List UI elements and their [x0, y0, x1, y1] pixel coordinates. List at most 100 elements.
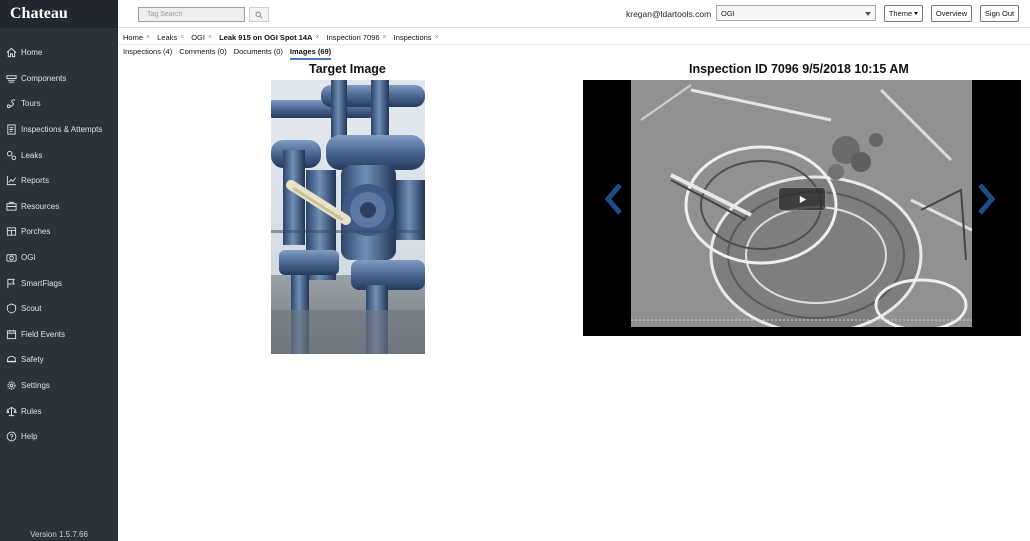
tab-documents[interactable]: Documents (0) — [234, 47, 283, 60]
sidebar-item-help[interactable]: Help — [0, 424, 118, 450]
next-image-button[interactable] — [975, 182, 997, 216]
help-icon — [6, 431, 17, 442]
sidebar-item-label: Home — [21, 48, 43, 58]
search-icon — [255, 10, 263, 19]
previous-image-button[interactable] — [603, 182, 625, 216]
sidebar-item-smartflags[interactable]: SmartFlags — [0, 270, 118, 296]
breadcrumb-label: Leak 915 on OGI Spot 14A — [219, 33, 313, 42]
sidebar-item-label: Tours — [21, 99, 41, 109]
sidebar-item-components[interactable]: Components — [0, 66, 118, 92]
breadcrumb-label: Home — [123, 33, 144, 42]
chevron-down-icon — [864, 11, 872, 17]
logo-area: Chateau — [0, 0, 118, 28]
sidebar-item-label: SmartFlags — [21, 278, 62, 288]
reports-icon — [6, 175, 17, 186]
close-icon[interactable]: × — [146, 34, 150, 41]
home-icon — [6, 47, 17, 58]
chevron-left-icon — [604, 183, 622, 215]
inspection-video-player[interactable] — [583, 80, 1021, 336]
target-image-title: Target Image — [309, 62, 386, 76]
caret-down-icon — [914, 12, 919, 15]
breadcrumb-label: Leaks — [157, 33, 178, 42]
app-version: Version 1.5.7.66 — [30, 530, 88, 539]
tag-search-input[interactable] — [138, 7, 245, 22]
close-icon[interactable]: × — [435, 34, 439, 41]
field-events-icon — [6, 329, 17, 340]
leaks-icon — [6, 150, 17, 161]
target-image[interactable] — [271, 80, 425, 354]
user-email: kregan@ldartools.com — [626, 9, 712, 19]
sidebar-item-home[interactable]: Home — [0, 40, 118, 66]
sidebar: Chateau Home Components Tours Inspection… — [0, 0, 118, 541]
gear-icon — [6, 380, 17, 391]
inspections-icon — [6, 124, 17, 135]
breadcrumb-inspections[interactable]: Inspections × — [394, 33, 439, 42]
resources-icon — [6, 201, 17, 212]
breadcrumb-home[interactable]: Home × — [123, 33, 150, 42]
program-select[interactable]: OGI — [716, 5, 876, 21]
close-icon[interactable]: × — [180, 34, 184, 41]
tours-icon — [6, 98, 17, 109]
detail-tabs: Inspections (4) Comments (0) Documents (… — [123, 47, 332, 60]
sidebar-item-scout[interactable]: Scout — [0, 296, 118, 322]
sidebar-item-settings[interactable]: Settings — [0, 373, 118, 399]
close-icon[interactable]: × — [383, 34, 387, 41]
top-header: kregan@ldartools.com OGI Theme Overview … — [118, 0, 1030, 28]
breadcrumb-label: Inspections — [393, 33, 432, 42]
sidebar-item-label: Rules — [21, 406, 42, 416]
breadcrumb-label: OGI — [191, 33, 205, 42]
sidebar-item-inspections[interactable]: Inspections & Attempts — [0, 117, 118, 143]
close-icon[interactable]: × — [208, 34, 212, 41]
theme-button-label: Theme — [888, 9, 913, 18]
app-logo[interactable]: Chateau — [10, 5, 68, 23]
sidebar-item-resources[interactable]: Resources — [0, 194, 118, 220]
camera-icon — [6, 252, 17, 263]
sidebar-item-reports[interactable]: Reports — [0, 168, 118, 194]
sidebar-item-label: Resources — [21, 201, 60, 211]
safety-icon — [6, 354, 17, 365]
sidebar-item-safety[interactable]: Safety — [0, 347, 118, 373]
sidebar-item-label: OGI — [21, 253, 36, 263]
inspection-title: Inspection ID 7096 9/5/2018 10:15 AM — [689, 62, 909, 76]
sidebar-nav: Home Components Tours Inspections & Atte… — [0, 40, 118, 450]
overview-button[interactable]: Overview — [931, 5, 972, 22]
sign-out-button[interactable]: Sign Out — [980, 5, 1019, 22]
sidebar-item-label: Leaks — [21, 150, 43, 160]
sidebar-item-rules[interactable]: Rules — [0, 398, 118, 424]
sidebar-item-leaks[interactable]: Leaks — [0, 142, 118, 168]
sidebar-item-field-events[interactable]: Field Events — [0, 322, 118, 348]
sidebar-item-label: Inspections & Attempts — [21, 125, 103, 135]
breadcrumb-leak-915[interactable]: Leak 915 on OGI Spot 14A × — [219, 33, 319, 42]
tab-comments[interactable]: Comments (0) — [179, 47, 227, 60]
breadcrumb-ogi[interactable]: OGI × — [191, 33, 212, 42]
breadcrumb: Home × Leaks × OGI × Leak 915 on OGI Spot 1… — [123, 33, 439, 42]
tab-inspections[interactable]: Inspections (4) — [123, 47, 172, 60]
search-button[interactable] — [249, 7, 269, 22]
sidebar-item-label: Scout — [21, 304, 42, 314]
sidebar-item-porches[interactable]: Porches — [0, 219, 118, 245]
breadcrumb-label: Inspection 7096 — [326, 33, 380, 42]
program-select-value: OGI — [721, 8, 735, 18]
sidebar-item-label: Safety — [21, 355, 44, 365]
sidebar-item-ogi[interactable]: OGI — [0, 245, 118, 271]
sidebar-item-label: Porches — [21, 227, 51, 237]
components-icon — [6, 73, 17, 84]
porches-icon — [6, 226, 17, 237]
sidebar-item-label: Reports — [21, 176, 50, 186]
chevron-right-icon — [978, 183, 996, 215]
sidebar-item-label: Settings — [21, 381, 50, 391]
flag-icon — [6, 278, 17, 289]
sidebar-item-label: Field Events — [21, 329, 66, 339]
sidebar-item-label: Help — [21, 432, 38, 442]
sidebar-item-tours[interactable]: Tours — [0, 91, 118, 117]
rules-icon — [6, 406, 17, 417]
close-icon[interactable]: × — [315, 34, 319, 41]
breadcrumb-leaks[interactable]: Leaks × — [157, 33, 184, 42]
play-icon — [799, 195, 806, 203]
play-button[interactable] — [778, 187, 826, 211]
breadcrumb-inspection-7096[interactable]: Inspection 7096 × — [327, 33, 387, 42]
theme-button[interactable]: Theme — [884, 5, 923, 22]
tab-images[interactable]: Images (69) — [289, 47, 332, 60]
piping-photo — [271, 80, 425, 354]
divider — [118, 44, 1030, 45]
